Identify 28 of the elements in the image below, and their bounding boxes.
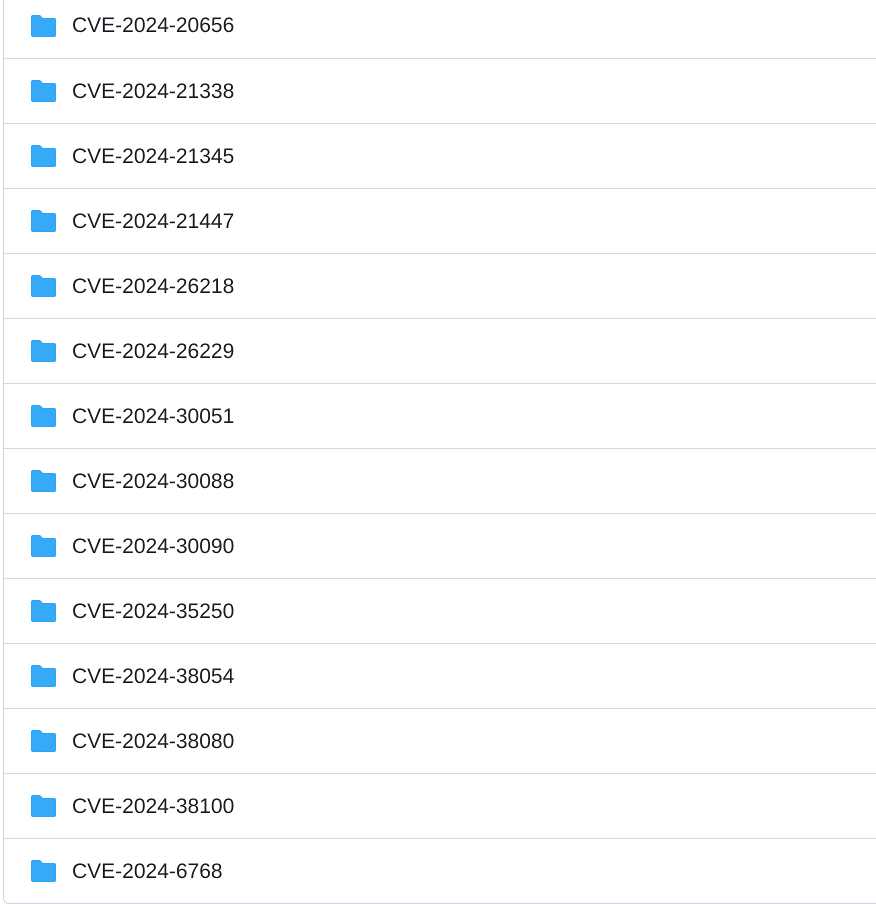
folder-link[interactable]: CVE-2024-6768 <box>72 860 223 882</box>
folder-icon <box>31 470 56 492</box>
folder-icon <box>31 275 56 297</box>
folder-link[interactable]: CVE-2024-38100 <box>72 796 234 816</box>
folder-link[interactable]: CVE-2024-30088 <box>72 470 234 492</box>
folder-link[interactable]: CVE-2024-26218 <box>72 276 234 296</box>
folder-icon <box>31 795 56 817</box>
folder-link[interactable]: CVE-2024-21345 <box>72 146 234 166</box>
folder-icon <box>31 535 56 557</box>
folder-link[interactable]: CVE-2024-20656 <box>72 15 234 36</box>
folder-icon <box>31 665 56 687</box>
folder-icon <box>31 600 56 622</box>
folder-link[interactable]: CVE-2024-21447 <box>72 210 234 232</box>
folder-link[interactable]: CVE-2024-26229 <box>72 340 234 362</box>
folder-icon <box>31 405 56 427</box>
folder-link[interactable]: CVE-2024-38054 <box>72 666 234 686</box>
folder-link[interactable]: CVE-2024-35250 <box>72 600 234 622</box>
folder-link[interactable]: CVE-2024-21338 <box>72 80 234 102</box>
folder-link[interactable]: CVE-2024-30051 <box>72 406 234 426</box>
folder-icon <box>31 730 56 752</box>
folder-icon <box>31 340 56 362</box>
folder-link[interactable]: CVE-2024-30090 <box>72 536 234 556</box>
folder-icon <box>31 80 56 102</box>
folder-icon <box>31 210 56 232</box>
folder-icon <box>31 860 56 882</box>
folder-link[interactable]: CVE-2024-38080 <box>72 730 234 752</box>
folder-icon <box>31 14 56 36</box>
folder-icon <box>31 145 56 167</box>
